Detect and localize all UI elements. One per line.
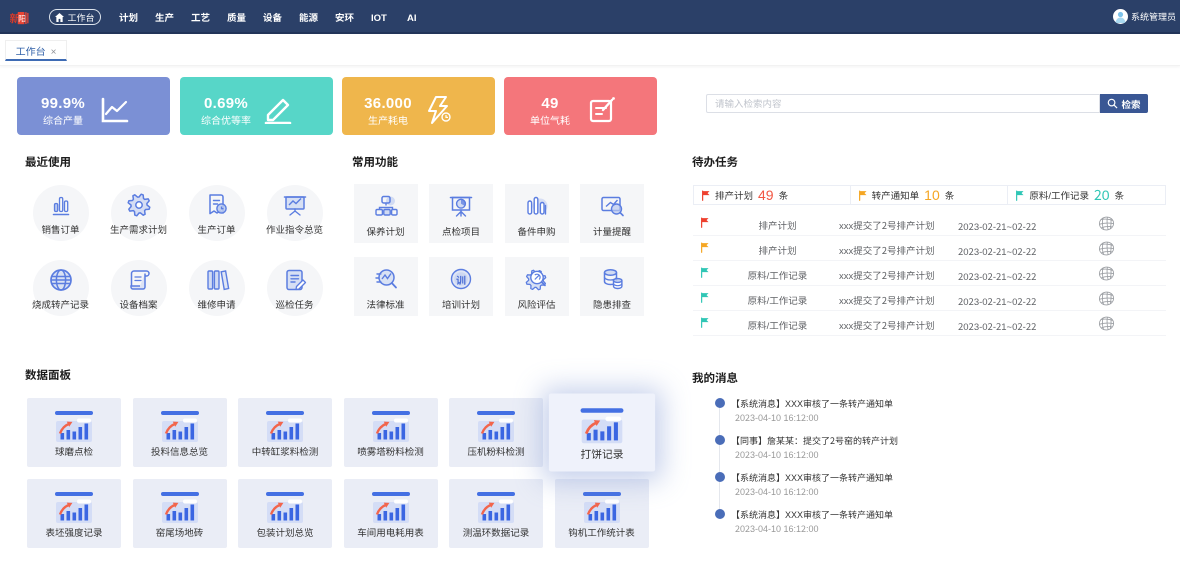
svg-text:阳: 阳 [18, 14, 26, 25]
